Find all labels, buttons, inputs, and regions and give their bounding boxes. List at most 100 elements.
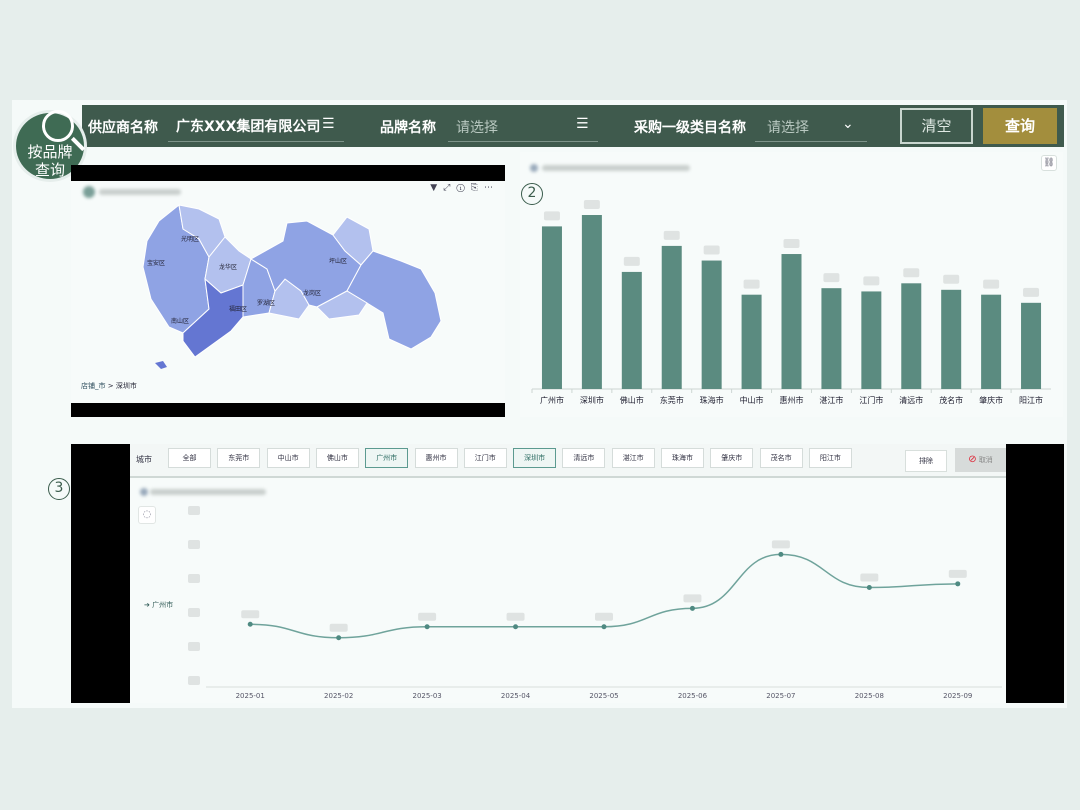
- bar-value-redacted: [783, 239, 800, 249]
- point-value-redacted: [860, 573, 879, 582]
- bar[interactable]: [901, 283, 922, 389]
- query-button[interactable]: 查询: [983, 108, 1057, 144]
- x-tick-label: 肇庆市: [979, 395, 1003, 405]
- x-tick-label: 佛山市: [620, 395, 644, 405]
- bar[interactable]: [581, 215, 602, 389]
- supplier-select[interactable]: 广东XXX集团有限公司: [176, 116, 320, 136]
- y-tick-redacted: [188, 608, 200, 617]
- line-chart-card: 城市 全部 东莞市 中山市 佛山市 广州市 惠州市 江门市 深圳市 清远市 湛江市 珠海市 肇庆市 茂名…: [71, 444, 1064, 703]
- bar-value-redacted: [583, 200, 600, 210]
- point-value-redacted: [595, 612, 613, 621]
- district-label: 龙华区: [219, 263, 237, 271]
- bar[interactable]: [541, 226, 562, 389]
- bar-value-redacted: [623, 256, 640, 266]
- data-point[interactable]: [955, 581, 961, 587]
- data-point[interactable]: [247, 621, 253, 627]
- category-label: 采购一级类目名称: [634, 120, 746, 136]
- brand-select[interactable]: 请选择: [456, 117, 498, 137]
- bar[interactable]: [661, 245, 682, 389]
- x-tick-label: 2025-05: [589, 692, 618, 700]
- bar[interactable]: [981, 294, 1002, 389]
- bar-value-redacted: [903, 268, 920, 278]
- bar[interactable]: [781, 254, 802, 389]
- category-underline: [755, 141, 867, 142]
- breadcrumb-root[interactable]: 店铺_市: [81, 382, 106, 390]
- bar-value-redacted: [543, 211, 560, 221]
- x-tick-label: 中山市: [740, 395, 764, 405]
- x-tick-label: 2025-02: [324, 692, 353, 700]
- line-chart-area: 城市 全部 东莞市 中山市 佛山市 广州市 惠州市 江门市 深圳市 清远市 湛江市 珠海市 肇庆市 茂名…: [130, 444, 1006, 703]
- map-breadcrumb: 店铺_市 > 深圳市: [81, 381, 137, 391]
- data-point[interactable]: [601, 624, 607, 630]
- bar-value-redacted: [703, 245, 720, 255]
- point-value-redacted: [948, 569, 967, 578]
- data-point[interactable]: [513, 624, 519, 630]
- map-area: ▼⤢ⓘ⎘⋯ 光明区 宝安区 龙华区 坪山区 南山区 福田区 龙岗区 罗湖区 店铺…: [71, 181, 505, 403]
- map-card: ▼⤢ⓘ⎘⋯ 光明区 宝安区 龙华区 坪山区 南山区 福田区 龙岗区 罗湖区 店铺…: [71, 165, 505, 417]
- breadcrumb-separator: >: [107, 382, 114, 390]
- point-value-redacted: [771, 540, 790, 549]
- x-tick-label: 清远市: [899, 395, 923, 405]
- x-tick-label: 深圳市: [580, 395, 604, 405]
- x-tick-label: 阳江市: [1019, 395, 1043, 405]
- bar[interactable]: [821, 288, 842, 389]
- data-point[interactable]: [689, 605, 695, 611]
- x-tick-label: 2025-08: [855, 692, 884, 700]
- bar-value-redacted: [663, 230, 680, 240]
- x-tick-label: 2025-01: [236, 692, 265, 700]
- point-value-redacted: [329, 623, 348, 632]
- x-tick-label: 广州市: [540, 395, 564, 405]
- list-filter-icon[interactable]: ☰: [322, 116, 335, 132]
- supplier-underline: [168, 141, 344, 142]
- district-label: 光明区: [181, 235, 199, 243]
- supplier-label: 供应商名称: [88, 120, 158, 136]
- brand-label: 品牌名称: [380, 120, 436, 136]
- bar-chart: 广州市 深圳市 佛山市 东莞市 珠海市 中山市 惠州市 湛江市 江门市 清远市 茂名市 肇庆市 阳江市: [531, 200, 1051, 405]
- clear-button[interactable]: 清空: [900, 108, 973, 144]
- bar[interactable]: [701, 260, 722, 389]
- x-tick-label: 2025-06: [678, 692, 708, 700]
- section-number-2: 2: [521, 183, 543, 205]
- x-tick-label: 江门市: [859, 395, 883, 405]
- district-label: 南山区: [171, 317, 189, 325]
- bar-value-redacted: [823, 273, 840, 283]
- point-value-redacted: [506, 612, 525, 621]
- y-tick-redacted: [188, 676, 200, 685]
- map-island: [155, 361, 167, 369]
- point-value-redacted: [241, 610, 260, 619]
- data-point[interactable]: [336, 635, 342, 641]
- chevron-down-icon[interactable]: ⌄: [842, 116, 854, 132]
- bar[interactable]: [1021, 302, 1042, 389]
- district-label: 罗湖区: [257, 299, 275, 307]
- x-tick-label: 2025-09: [943, 692, 972, 700]
- x-tick-label: 茂名市: [939, 395, 963, 405]
- bar[interactable]: [941, 289, 962, 389]
- breadcrumb-current: 深圳市: [115, 382, 137, 390]
- x-tick-label: 珠海市: [700, 395, 724, 405]
- list-filter-icon[interactable]: ☰: [576, 116, 589, 132]
- x-tick-label: 湛江市: [819, 395, 843, 405]
- category-select[interactable]: 请选择: [767, 117, 809, 137]
- search-icon: [42, 110, 74, 142]
- x-tick-label: 惠州市: [780, 395, 804, 405]
- data-point[interactable]: [424, 624, 430, 630]
- bar[interactable]: [741, 294, 762, 389]
- data-point[interactable]: [778, 551, 784, 557]
- bar-value-redacted: [743, 279, 760, 289]
- point-value-redacted: [418, 612, 437, 621]
- bar[interactable]: [621, 271, 642, 389]
- y-tick-redacted: [188, 574, 200, 583]
- bar-value-redacted: [983, 279, 1000, 289]
- shenzhen-map[interactable]: 光明区 宝安区 龙华区 坪山区 南山区 福田区 龙岗区 罗湖区: [71, 181, 505, 381]
- x-tick-label: 2025-04: [501, 692, 531, 700]
- y-tick-redacted: [188, 642, 200, 651]
- brand-underline: [448, 141, 598, 142]
- x-tick-label: 东莞市: [660, 395, 684, 405]
- district-label: 宝安区: [147, 259, 165, 267]
- data-point[interactable]: [866, 584, 872, 590]
- y-tick-redacted: [188, 540, 200, 549]
- section-number-3: 3: [48, 478, 70, 500]
- bar-chart-card: ⛓ 广州市 深圳市 佛山市 东莞市 珠海市 中山市 惠州市 湛江市 江门市 清远市 茂名市 肇庆市 阳江…: [520, 152, 1063, 417]
- x-tick-label: 2025-07: [766, 692, 795, 700]
- bar[interactable]: [861, 291, 882, 389]
